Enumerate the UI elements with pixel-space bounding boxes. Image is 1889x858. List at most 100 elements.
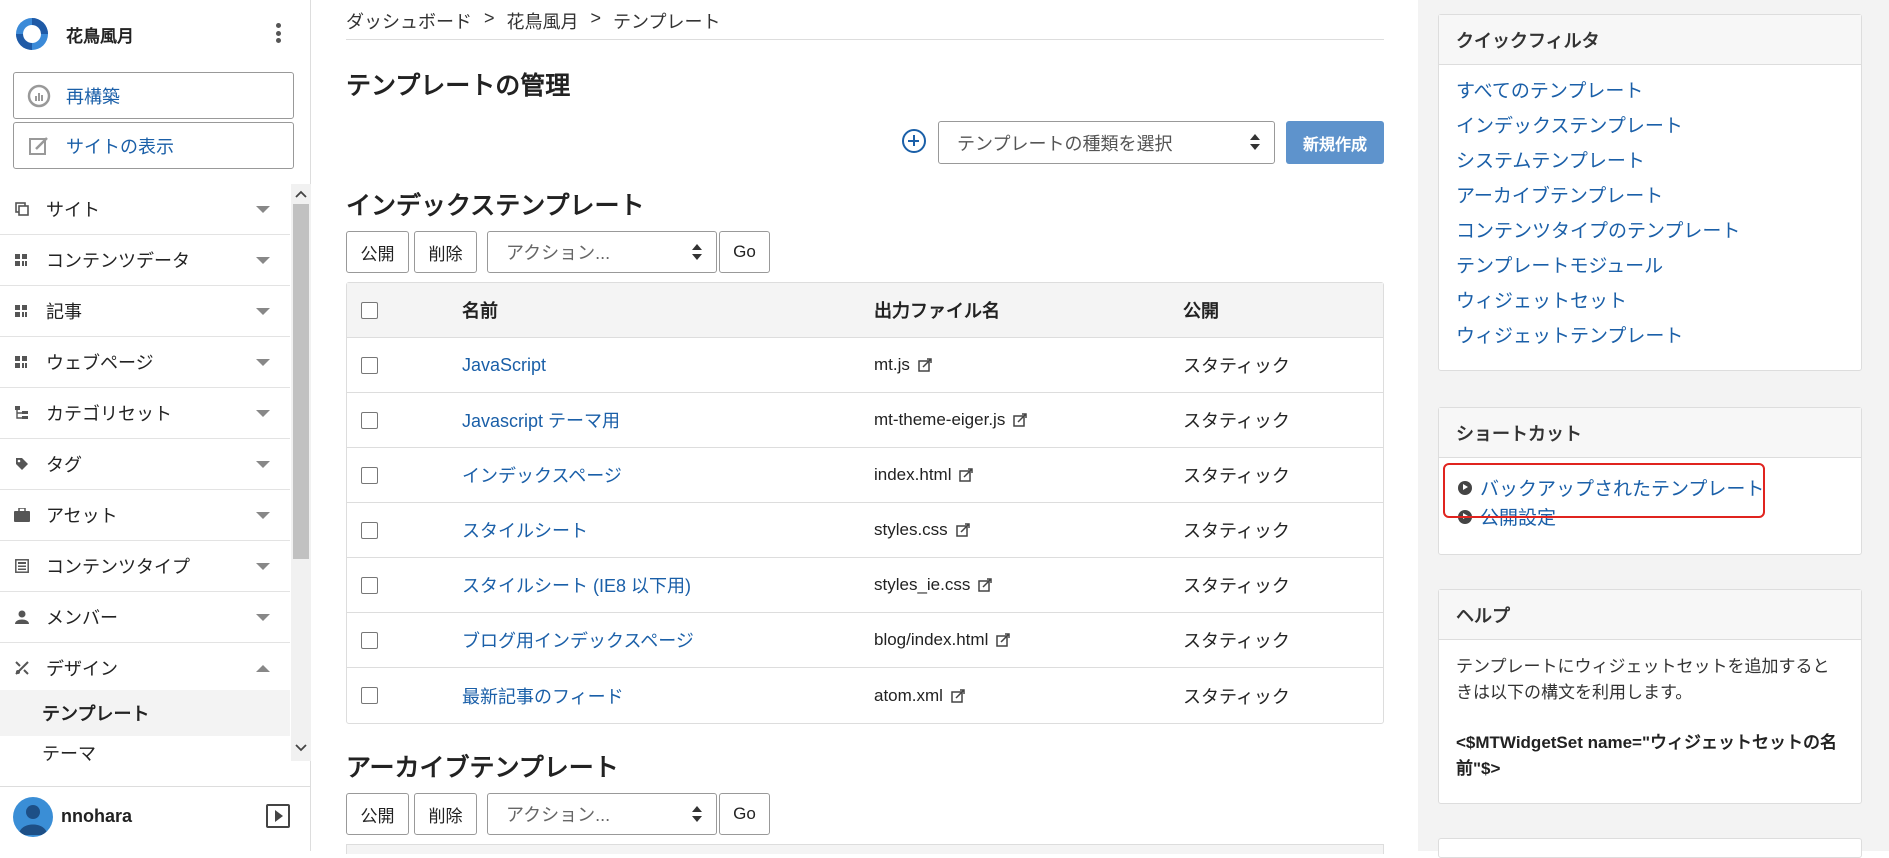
movable-type-logo-icon[interactable] <box>14 16 50 52</box>
sidebar-item-content-type[interactable]: コンテンツタイプ <box>0 541 290 592</box>
scroll-down-icon[interactable] <box>295 742 307 754</box>
quick-filter-panel: クイックフィルタ すべてのテンプレート インデックステンプレート システムテンプレー… <box>1438 14 1862 371</box>
breadcrumb-site[interactable]: 花鳥風月 <box>507 8 579 39</box>
shortcut-link[interactable]: バックアップされたテンプレート <box>1480 474 1764 501</box>
column-header-publish[interactable]: 公開 <box>1183 297 1219 323</box>
sidebar-item-label: タグ <box>46 455 82 475</box>
output-file-name: blog/index.html <box>874 630 989 649</box>
asset-icon <box>14 507 30 523</box>
chevron-down-icon <box>256 511 270 519</box>
rebuild-button[interactable]: 再構築 <box>13 72 294 119</box>
template-name-link[interactable]: ブログ用インデックスページ <box>462 627 694 653</box>
sidebar-subitem-template[interactable]: テンプレート <box>0 690 290 736</box>
template-name-link[interactable]: スタイルシート <box>462 517 588 543</box>
quick-filter-link[interactable]: ウィジェットセット <box>1439 284 1861 319</box>
template-name-link[interactable]: JavaScript <box>462 355 546 376</box>
template-name-link[interactable]: 最新記事のフィード <box>462 683 624 709</box>
template-type-select[interactable]: テンプレートの種類を選択 <box>938 121 1275 164</box>
table-row: Javascript テーマ用 mt-theme-eiger.js スタティック <box>347 393 1383 448</box>
sidebar-subitem-theme[interactable]: テーマ <box>0 740 290 761</box>
add-circle-icon[interactable] <box>902 129 926 153</box>
shortcut-publish-settings[interactable]: 公開設定 <box>1439 499 1861 534</box>
archive-go-button[interactable]: Go <box>719 793 770 835</box>
page-title: テンプレートの管理 <box>346 72 571 100</box>
table-row: JavaScript mt.js スタティック <box>347 338 1383 393</box>
breadcrumb-separator: > <box>590 8 602 28</box>
chevron-down-icon <box>256 409 270 417</box>
action-select-value: アクション... <box>506 243 611 263</box>
sidebar-item-asset[interactable]: アセット <box>0 490 290 541</box>
template-name-link[interactable]: インデックスページ <box>462 462 622 488</box>
quick-filter-link[interactable]: システムテンプレート <box>1439 144 1861 179</box>
output-file-name: mt-theme-eiger.js <box>874 410 1006 429</box>
sidebar-item-label: アセット <box>46 506 118 526</box>
scroll-up-icon[interactable] <box>295 188 307 200</box>
index-templates-table: 名前 出力ファイル名 公開 JavaScript mt.js スタティック Javas… <box>346 282 1384 724</box>
template-name-link[interactable]: Javascript テーマ用 <box>462 407 620 433</box>
external-link-icon[interactable] <box>951 688 965 703</box>
external-link-icon[interactable] <box>955 523 970 537</box>
new-template-button[interactable]: 新規作成 <box>1286 121 1384 164</box>
row-checkbox[interactable] <box>361 356 378 374</box>
sidebar-item-entry[interactable]: 記事 <box>0 286 290 337</box>
quick-filter-link[interactable]: インデックステンプレート <box>1439 109 1861 144</box>
sidebar-item-webpage[interactable]: ウェブページ <box>0 337 290 388</box>
column-header-name[interactable]: 名前 <box>462 297 498 323</box>
help-text: テンプレートにウィジェットセットを追加するときは以下の構文を利用します。 <box>1456 657 1830 702</box>
archive-action-select[interactable]: アクション... <box>487 793 717 835</box>
external-link-icon[interactable] <box>959 468 974 482</box>
output-file: atom.xml <box>874 686 965 706</box>
publish-button[interactable]: 公開 <box>346 231 409 273</box>
column-header-file[interactable]: 出力ファイル名 <box>874 297 1000 323</box>
archive-publish-button[interactable]: 公開 <box>346 793 409 835</box>
row-checkbox[interactable] <box>361 411 378 429</box>
archive-delete-button[interactable]: 削除 <box>414 793 477 835</box>
action-select[interactable]: アクション... <box>487 231 717 273</box>
quick-filter-link[interactable]: すべてのテンプレート <box>1439 74 1861 109</box>
publish-type: スタティック <box>1183 411 1290 431</box>
site-menu-kebab-icon[interactable] <box>270 20 286 46</box>
shortcut-title: ショートカット <box>1439 408 1861 458</box>
external-link-icon[interactable] <box>978 578 993 592</box>
sidebar-scrollbar[interactable] <box>291 184 311 761</box>
chevron-up-icon <box>256 664 270 672</box>
row-checkbox[interactable] <box>361 631 378 649</box>
sidebar-item-site[interactable]: サイト <box>0 184 290 235</box>
sidebar-item-tag[interactable]: タグ <box>0 439 290 490</box>
sidebar-item-category-set[interactable]: カテゴリセット <box>0 388 290 439</box>
row-checkbox[interactable] <box>361 687 378 704</box>
external-link-icon[interactable] <box>918 358 932 372</box>
chevron-down-icon <box>256 307 270 315</box>
rebuild-icon <box>26 83 52 109</box>
quick-filter-link[interactable]: コンテンツタイプのテンプレート <box>1439 214 1861 249</box>
sidebar-item-design[interactable]: デザイン <box>0 643 290 694</box>
breadcrumb-dashboard[interactable]: ダッシュボード <box>346 8 472 39</box>
delete-button[interactable]: 削除 <box>414 231 477 273</box>
chevron-down-icon <box>256 205 270 213</box>
row-checkbox[interactable] <box>361 576 378 594</box>
sidebar-item-content-data[interactable]: コンテンツデータ <box>0 235 290 286</box>
shortcut-link[interactable]: 公開設定 <box>1480 503 1556 530</box>
quick-filter-link[interactable]: テンプレートモジュール <box>1439 249 1861 284</box>
select-all-checkbox[interactable] <box>361 301 378 319</box>
site-name[interactable]: 花鳥風月 <box>66 22 134 47</box>
output-file-name: atom.xml <box>874 685 943 705</box>
quick-filter-link[interactable]: アーカイブテンプレート <box>1439 179 1861 214</box>
collapse-sidebar-icon[interactable] <box>266 804 290 828</box>
row-checkbox[interactable] <box>361 521 378 539</box>
external-link-icon[interactable] <box>996 633 1011 647</box>
username[interactable]: nnohara <box>61 806 132 827</box>
avatar[interactable] <box>13 797 53 837</box>
go-button[interactable]: Go <box>719 231 770 273</box>
breadcrumb-current: テンプレート <box>613 12 721 32</box>
scrollbar-thumb[interactable] <box>293 204 309 559</box>
external-link-icon[interactable] <box>1013 413 1028 427</box>
quick-filter-link[interactable]: ウィジェットテンプレート <box>1439 319 1861 354</box>
main-content: ダッシュボード > 花鳥風月 > テンプレート テンプレートの管理 テンプレート… <box>346 0 1384 854</box>
row-checkbox[interactable] <box>361 466 378 484</box>
design-icon <box>14 660 30 676</box>
sidebar-item-member[interactable]: メンバー <box>0 592 290 643</box>
output-file-name: styles_ie.css <box>874 575 971 594</box>
template-name-link[interactable]: スタイルシート (IE8 以下用) <box>462 572 691 598</box>
view-site-button[interactable]: サイトの表示 <box>13 122 294 169</box>
